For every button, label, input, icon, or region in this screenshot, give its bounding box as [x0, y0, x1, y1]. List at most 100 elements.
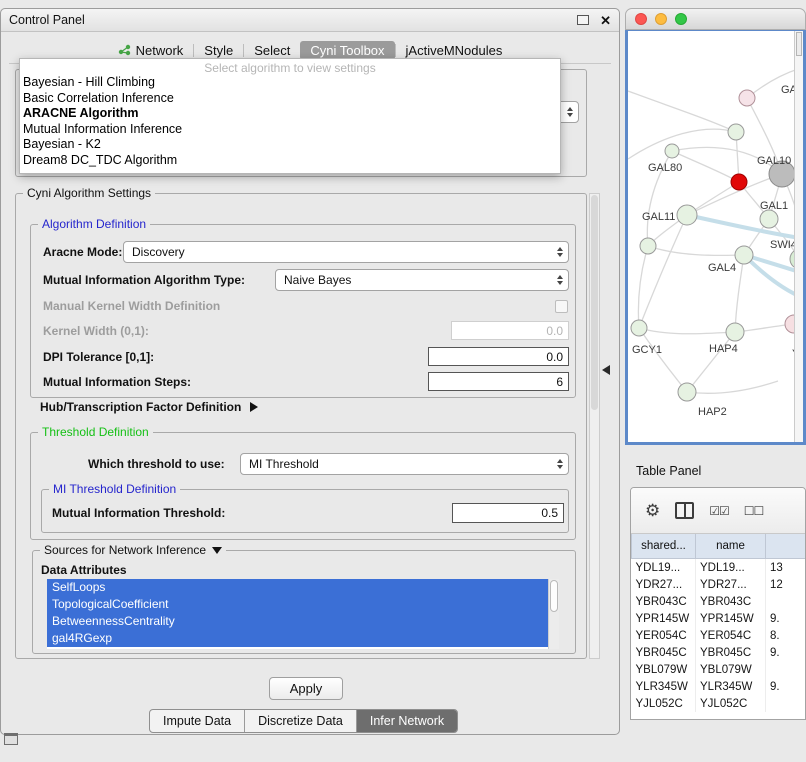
- attribute-list-item[interactable]: gal4RGexp: [47, 630, 559, 647]
- dropdown-item[interactable]: Bayesian - Hill Climbing: [20, 75, 560, 91]
- network-edge[interactable]: [687, 381, 778, 393]
- dropdown-item[interactable]: ARACNE Algorithm: [20, 106, 560, 122]
- panel-collapse-arrow-icon[interactable]: [602, 365, 610, 375]
- scrollbar-thumb[interactable]: [796, 32, 802, 56]
- gear-icon[interactable]: ⚙: [645, 502, 660, 519]
- table-cell[interactable]: [766, 695, 806, 712]
- network-node[interactable]: [631, 320, 647, 336]
- column-header[interactable]: shared...: [632, 534, 696, 559]
- apply-button[interactable]: Apply: [269, 677, 343, 700]
- network-node[interactable]: [640, 238, 656, 254]
- mi-type-combobox[interactable]: Naive Bayes: [275, 269, 569, 291]
- network-node[interactable]: [728, 124, 744, 140]
- network-edge[interactable]: [687, 215, 803, 239]
- tab-style[interactable]: Style: [194, 41, 243, 60]
- network-node[interactable]: [677, 205, 697, 225]
- network-edge[interactable]: [648, 246, 744, 255]
- table-cell[interactable]: YPR145W: [632, 610, 696, 627]
- collapse-down-icon[interactable]: [212, 547, 222, 554]
- table-cell[interactable]: [766, 593, 806, 610]
- dpi-tolerance-input[interactable]: [428, 347, 569, 366]
- aracne-mode-combobox[interactable]: Discovery: [123, 241, 569, 263]
- table-cell[interactable]: YBR043C: [632, 593, 696, 610]
- tab-jactivemnodules[interactable]: jActiveMNodules: [396, 41, 513, 60]
- control-panel-titlebar[interactable]: Control Panel ✕: [1, 9, 619, 32]
- hub-definition-expander[interactable]: Hub/Transcription Factor Definition: [40, 400, 258, 414]
- table-row[interactable]: YBL079WYBL079W: [632, 661, 806, 678]
- table-cell[interactable]: YLR345W: [632, 678, 696, 695]
- table-cell[interactable]: YBL079W: [632, 661, 696, 678]
- network-node[interactable]: [731, 174, 747, 190]
- network-canvas-svg[interactable]: GAL7GAL80GAL10GAL1GAL11SWI4GAL4GCY1HAP4H…: [628, 31, 803, 443]
- table-cell[interactable]: 9.: [766, 610, 806, 627]
- table-cell[interactable]: YDL19...: [632, 559, 696, 577]
- dropdown-item[interactable]: Bayesian - K2: [20, 137, 560, 153]
- mi-threshold-input[interactable]: [452, 503, 564, 523]
- table-cell[interactable]: YDR27...: [632, 576, 696, 593]
- table-cell[interactable]: YER054C: [696, 627, 766, 644]
- table-row[interactable]: YPR145WYPR145W9.: [632, 610, 806, 627]
- network-node[interactable]: [739, 90, 755, 106]
- deselect-all-checks-icon[interactable]: ☐☐: [744, 504, 764, 518]
- network-edge[interactable]: [735, 255, 744, 332]
- network-window-titlebar[interactable]: [625, 8, 806, 30]
- table-cell[interactable]: 13: [766, 559, 806, 577]
- network-node[interactable]: [735, 246, 753, 264]
- network-node[interactable]: [665, 144, 679, 158]
- tab-discretize-data[interactable]: Discretize Data: [245, 710, 357, 732]
- manual-kernel-checkbox[interactable]: [555, 300, 568, 313]
- network-canvas[interactable]: GAL7GAL80GAL10GAL1GAL11SWI4GAL4GCY1HAP4H…: [625, 30, 806, 445]
- attribute-list-item[interactable]: BetweennessCentrality: [47, 613, 559, 630]
- network-node[interactable]: [678, 383, 696, 401]
- attribute-list-item[interactable]: TopologicalCoefficient: [47, 596, 559, 613]
- table-cell[interactable]: YJL052C: [632, 695, 696, 712]
- tab-infer-network[interactable]: Infer Network: [357, 710, 457, 732]
- table-cell[interactable]: 8.: [766, 627, 806, 644]
- table-row[interactable]: YDR27...YDR27...12: [632, 576, 806, 593]
- table-cell[interactable]: YDL19...: [696, 559, 766, 577]
- settings-scrollbar[interactable]: [589, 193, 600, 659]
- table-row[interactable]: YBR045CYBR045C9.: [632, 644, 806, 661]
- scrollbar-thumb[interactable]: [591, 195, 598, 410]
- table-cell[interactable]: YBR045C: [632, 644, 696, 661]
- kernel-width-input[interactable]: [451, 321, 569, 340]
- float-panel-icon[interactable]: [577, 15, 589, 25]
- column-header[interactable]: name: [696, 534, 766, 559]
- table-cell[interactable]: 12: [766, 576, 806, 593]
- select-all-checks-icon[interactable]: ☑☑: [709, 504, 729, 518]
- table-cell[interactable]: [766, 661, 806, 678]
- network-edge[interactable]: [628, 129, 736, 159]
- table-row[interactable]: YBR043CYBR043C: [632, 593, 806, 610]
- attributes-scrollbar[interactable]: [548, 579, 559, 649]
- minimize-traffic-light[interactable]: [655, 13, 667, 25]
- network-scrollbar[interactable]: [794, 31, 803, 442]
- close-traffic-light[interactable]: [635, 13, 647, 25]
- tab-select[interactable]: Select: [244, 41, 300, 60]
- table-cell[interactable]: YJL052C: [696, 695, 766, 712]
- close-icon[interactable]: ✕: [600, 14, 611, 27]
- table-cell[interactable]: 9.: [766, 644, 806, 661]
- table-row[interactable]: YJL052CYJL052C: [632, 695, 806, 712]
- zoom-traffic-light[interactable]: [675, 13, 687, 25]
- attribute-list-item[interactable]: SelfLoops: [47, 579, 559, 596]
- table-row[interactable]: YLR345WYLR345W9.: [632, 678, 806, 695]
- tab-cyni-toolbox[interactable]: Cyni Toolbox: [300, 41, 394, 60]
- table-cell[interactable]: YBL079W: [696, 661, 766, 678]
- columns-icon[interactable]: [675, 502, 694, 519]
- tab-impute-data[interactable]: Impute Data: [150, 710, 245, 732]
- tab-network[interactable]: Network: [108, 41, 194, 60]
- network-node[interactable]: [726, 323, 744, 341]
- dropdown-item[interactable]: Basic Correlation Inference: [20, 91, 560, 107]
- column-header[interactable]: [766, 534, 806, 559]
- table-cell[interactable]: YBR045C: [696, 644, 766, 661]
- network-edge[interactable]: [628, 91, 736, 132]
- table-cell[interactable]: YER054C: [632, 627, 696, 644]
- which-threshold-combobox[interactable]: MI Threshold: [240, 453, 569, 475]
- dropdown-item[interactable]: Mutual Information Inference: [20, 122, 560, 138]
- table-row[interactable]: YER054CYER054C8.: [632, 627, 806, 644]
- table-cell[interactable]: 9.: [766, 678, 806, 695]
- network-edge[interactable]: [639, 215, 687, 328]
- table-cell[interactable]: YLR345W: [696, 678, 766, 695]
- network-edge[interactable]: [639, 328, 687, 392]
- network-edge[interactable]: [687, 332, 735, 392]
